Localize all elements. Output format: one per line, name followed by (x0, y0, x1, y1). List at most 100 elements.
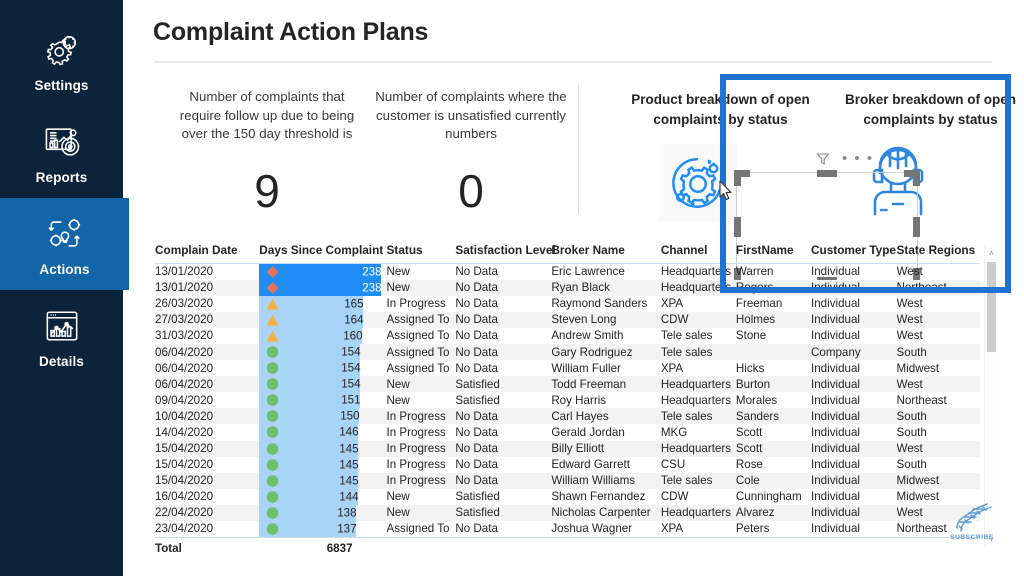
status-marker-icon (266, 362, 279, 375)
resize-handle-top-left-b[interactable] (734, 170, 750, 177)
cell-days-since-complaint: 145 (259, 456, 386, 473)
resize-handle-middle-right[interactable] (913, 217, 920, 237)
cell-status: In Progress (386, 408, 456, 425)
filter-funnel-icon[interactable] (816, 152, 830, 166)
workflow-gear-icon (43, 212, 87, 256)
table-total-row: Total 6837 (155, 536, 980, 555)
table-row[interactable]: 15/04/2020 145 In Progress No Data William W… (155, 472, 980, 489)
sidebar-item-label: Details (39, 353, 84, 369)
table-row[interactable]: 15/04/2020 145 In Progress No Data Edward Ga… (155, 456, 980, 473)
column-header-days-since-complaint[interactable]: Days Since Complaint (259, 243, 387, 264)
cell-days-since-complaint: 145 (259, 440, 387, 457)
sidebar-item-settings[interactable]: Settings (0, 14, 123, 106)
cell-days-since-complaint: 138 (259, 504, 387, 521)
cell-broker-name: Andrew Smith (551, 329, 624, 343)
cell-satisfaction-level: Satisfied (455, 393, 500, 407)
table-vertical-scrollbar[interactable]: ˄ ˅ (984, 246, 997, 546)
cell-days-since-complaint: 150 (259, 408, 387, 425)
column-header-firstname[interactable]: FirstName (735, 243, 811, 264)
cell-broker-name: Ryan Black (551, 279, 661, 296)
cell-firstname: Scott (735, 425, 763, 439)
table-row[interactable]: 23/04/2020 137 Assigned To No Data Joshua Wa… (155, 521, 980, 537)
cell-channel: CSU (660, 458, 686, 472)
status-marker-icon (266, 426, 279, 439)
cell-customer-type: Individual (811, 408, 897, 425)
cell-firstname: Sanders (735, 408, 811, 425)
sidebar-item-details[interactable]: Details (0, 290, 123, 382)
resize-handle-middle-left[interactable] (734, 217, 741, 237)
cell-complain-date: 15/04/2020 (155, 458, 214, 472)
cell-firstname: Scott (735, 440, 811, 457)
cell-firstname: Peters (735, 522, 770, 536)
table-row[interactable]: 13/01/2020 238 New No Data Eric Lawrence Head… (155, 264, 980, 280)
cell-complain-date: 16/04/2020 (155, 490, 214, 504)
cell-customer-type: Individual (811, 361, 860, 375)
table-row[interactable]: 15/04/2020 145 In Progress No Data Billy Ell… (155, 440, 980, 457)
table-row[interactable]: 26/03/2020 165 In Progress No Data Raymond S… (155, 295, 980, 312)
cell-complain-date: 09/04/2020 (155, 393, 214, 407)
table-row[interactable]: 09/04/2020 151 New Satisfied Roy Harris Headq… (155, 392, 980, 409)
cell-customer-type: Individual (811, 490, 860, 504)
cell-days-since-complaint: 154 (259, 376, 387, 393)
status-marker-icon (266, 313, 279, 326)
table-row[interactable]: 31/03/2020 160 Assigned To No Data Andrew Sm… (155, 327, 980, 344)
cell-channel: CDW (660, 490, 689, 504)
cell-broker-name: Edward Garrett (551, 458, 630, 472)
column-header-broker-name[interactable]: Broker Name (551, 243, 661, 264)
cell-status: New (386, 376, 456, 393)
visual-header-toolbar: • • • (816, 151, 874, 166)
column-header-status[interactable]: Status (386, 243, 456, 264)
scroll-down-arrow-icon[interactable]: ˅ (985, 532, 998, 546)
table-row[interactable]: 06/04/2020 154 New Satisfied Todd Freeman Hea… (155, 376, 980, 393)
more-options-icon[interactable]: • • • (842, 151, 874, 166)
status-marker-icon (266, 458, 279, 471)
scrollbar-thumb[interactable] (987, 262, 996, 352)
cell-complain-date: 14/04/2020 (155, 425, 214, 439)
table-row[interactable]: 13/01/2020 238 New No Data Ryan Black Headqua… (155, 279, 980, 296)
cell-complain-date: 06/04/2020 (155, 343, 260, 361)
cell-status: In Progress (386, 440, 456, 457)
cell-firstname: Hicks (735, 361, 765, 375)
cell-status: In Progress (386, 297, 446, 311)
cell-status: Assigned To (386, 311, 456, 328)
status-marker-icon (266, 346, 279, 359)
cell-firstname: Burton (735, 376, 811, 393)
cell-channel: MKG (660, 425, 688, 439)
column-header-customer-type[interactable]: Customer Type (811, 243, 897, 264)
kpi-card-followup[interactable]: Number of complaints that require follow… (167, 88, 367, 214)
cell-channel: Tele sales (660, 472, 736, 489)
column-header-satisfaction-level[interactable]: Satisfaction Level (455, 243, 556, 264)
cell-satisfaction-level: No Data (455, 425, 498, 439)
table-row[interactable]: 16/04/2020 144 New Satisfied Shawn Fernandez… (155, 488, 980, 505)
table-row[interactable]: 14/04/2020 146 In Progress No Data Gerald Jo… (155, 424, 980, 441)
resize-handle-top-center[interactable] (817, 170, 837, 177)
sidebar-item-actions[interactable]: Actions (0, 198, 129, 290)
sidebar-item-reports[interactable]: Reports (0, 106, 123, 198)
status-marker-icon (266, 490, 279, 503)
column-header-channel[interactable]: Channel (660, 243, 736, 264)
cell-channel: Headquarters (660, 393, 732, 407)
cell-status: In Progress (386, 472, 456, 489)
resize-handle-top-right-b[interactable] (904, 170, 920, 177)
gear-placeholder-icon (659, 144, 737, 222)
status-marker-icon (266, 265, 279, 278)
kpi-card-unsatisfied[interactable]: Number of complaints where the customer … (371, 88, 571, 214)
column-header-state-regions[interactable]: State Regions (896, 243, 980, 264)
cell-satisfaction-level: Satisfied (455, 490, 500, 504)
cell-status: In Progress (386, 425, 446, 439)
cell-state-region: South (896, 408, 980, 425)
browser-chart-icon (40, 304, 84, 348)
cell-complain-date: 31/03/2020 (155, 329, 214, 343)
table-row[interactable]: 06/04/2020 154 Assigned To No Data Gary Rodr… (155, 343, 980, 361)
total-days: 6837 (259, 536, 387, 555)
table-row[interactable]: 06/04/2020 154 Assigned To No Data William F… (155, 360, 980, 377)
table-row[interactable]: 27/03/2020 164 Assigned To No Data Steven Lo… (155, 311, 980, 328)
column-header-complain-date[interactable]: Complain Date (155, 243, 260, 264)
cell-channel: Headquarters (660, 376, 736, 393)
cell-customer-type: Individual (811, 425, 860, 439)
table-row[interactable]: 10/04/2020 150 In Progress No Data Carl Haye… (155, 408, 980, 425)
scroll-up-arrow-icon[interactable]: ˄ (985, 246, 998, 260)
sidebar-item-label: Reports (35, 169, 88, 185)
cell-firstname: Holmes (735, 311, 811, 328)
table-row[interactable]: 22/04/2020 138 New Satisfied Nicholas Carpen… (155, 504, 980, 521)
